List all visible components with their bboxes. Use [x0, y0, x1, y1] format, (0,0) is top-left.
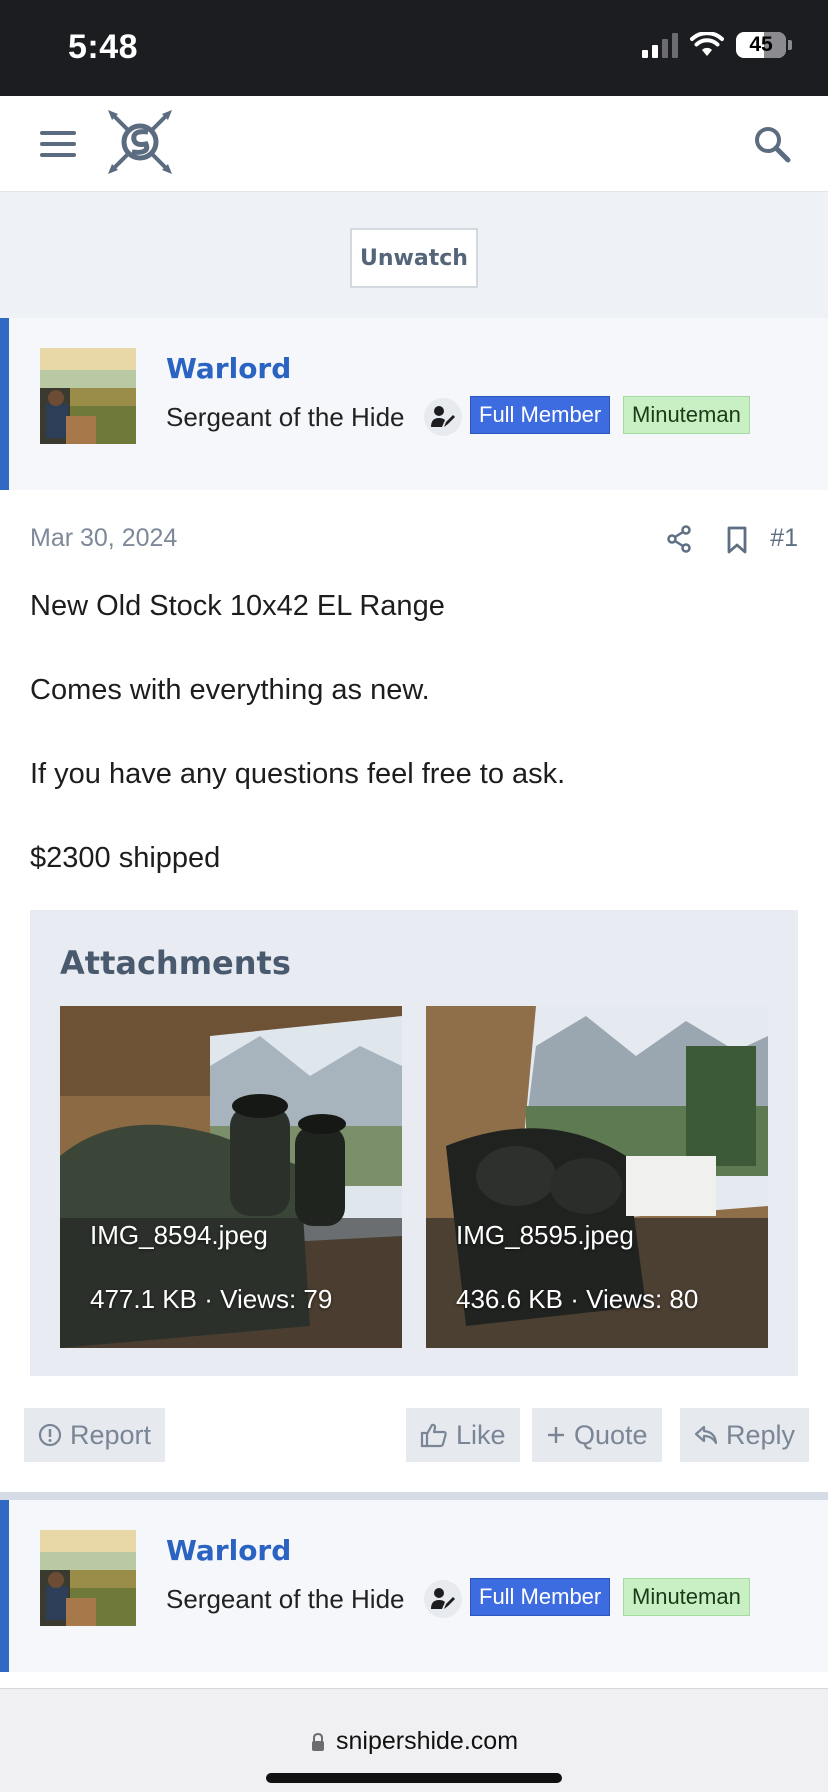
attachment-meta: 477.1 KB · Views: 79 — [90, 1284, 333, 1314]
lock-icon — [311, 1732, 324, 1751]
share-icon[interactable] — [666, 524, 692, 554]
post-user-block: Warlord Sergeant of the Hide Full Member… — [0, 318, 828, 490]
post-paragraph: Comes with everything as new. — [30, 674, 430, 706]
reply-label: Reply — [726, 1419, 796, 1450]
reply-button[interactable]: Reply — [680, 1408, 810, 1462]
snipers-hide-logo[interactable] — [106, 108, 174, 176]
post-accent-bar — [0, 1500, 9, 1672]
browser-url-bar[interactable]: snipershide.com — [0, 1688, 828, 1792]
app-header — [0, 96, 828, 192]
bookmark-icon[interactable] — [726, 526, 748, 554]
minuteman-badge: Minuteman — [623, 1578, 750, 1616]
report-button[interactable]: Report — [24, 1408, 166, 1462]
post-divider — [0, 1492, 828, 1500]
post-paragraph: If you have any questions feel free to a… — [30, 758, 566, 790]
post-actions-top: #1 — [628, 522, 828, 562]
hamburger-menu-icon[interactable] — [38, 126, 78, 162]
quote-button[interactable]: Quote — [532, 1408, 662, 1462]
attachment-thumbnail[interactable]: IMG_8594.jpeg 477.1 KB · Views: 79 — [60, 1006, 402, 1348]
status-bar: 5:48 45 — [0, 0, 828, 96]
status-time: 5:48 — [68, 28, 139, 66]
unwatch-button[interactable]: Unwatch — [350, 228, 478, 288]
thumbs-up-icon — [420, 1423, 447, 1448]
post-number-link[interactable]: #1 — [770, 524, 798, 553]
quote-label: Quote — [574, 1419, 648, 1450]
url-domain: snipershide.com — [335, 1727, 519, 1755]
attachments-panel: Attachments IMG_8594.jpeg 477.1 KB · Vie… — [30, 910, 798, 1376]
user-title: Sergeant of the Hide — [166, 402, 405, 432]
full-member-badge: Full Member — [470, 1578, 611, 1616]
home-indicator — [266, 1773, 562, 1783]
post-paragraph: New Old Stock 10x42 EL Range — [30, 590, 445, 622]
plus-icon — [548, 1427, 564, 1443]
member-icon — [424, 398, 462, 436]
search-icon[interactable] — [752, 124, 792, 164]
attachment-filename: IMG_8595.jpeg — [456, 1220, 634, 1250]
post-accent-bar — [0, 318, 9, 490]
user-title: Sergeant of the Hide — [166, 1584, 405, 1614]
url-display[interactable]: snipershide.com — [0, 1727, 828, 1756]
thread-watch-bar: Unwatch — [0, 192, 828, 318]
username[interactable]: Warlord — [166, 1534, 291, 1567]
battery-level: 45 — [749, 33, 773, 56]
post-paragraph: $2300 shipped — [30, 842, 221, 874]
full-member-badge: Full Member — [470, 396, 611, 434]
battery-icon: 45 — [736, 32, 792, 58]
report-icon — [38, 1423, 62, 1447]
avatar[interactable] — [40, 1530, 136, 1626]
username[interactable]: Warlord — [166, 352, 291, 385]
attachments-title: Attachments — [60, 944, 291, 982]
member-icon — [424, 1580, 462, 1618]
attachment-meta: 436.6 KB · Views: 80 — [456, 1284, 699, 1314]
cellular-signal-icon — [642, 32, 678, 58]
next-post-user-block: Warlord Sergeant of the Hide Full Member… — [0, 1500, 828, 1672]
minuteman-badge: Minuteman — [623, 396, 750, 434]
avatar[interactable] — [40, 348, 136, 444]
reply-icon — [694, 1425, 718, 1445]
attachment-filename: IMG_8594.jpeg — [90, 1220, 268, 1250]
like-button[interactable]: Like — [406, 1408, 520, 1462]
post-date[interactable]: Mar 30, 2024 — [30, 524, 177, 553]
status-icons: 45 — [642, 32, 792, 58]
wifi-icon — [690, 32, 724, 56]
like-label: Like — [456, 1419, 506, 1450]
attachment-thumbnail[interactable]: IMG_8595.jpeg 436.6 KB · Views: 80 — [426, 1006, 768, 1348]
report-label: Report — [70, 1419, 152, 1450]
